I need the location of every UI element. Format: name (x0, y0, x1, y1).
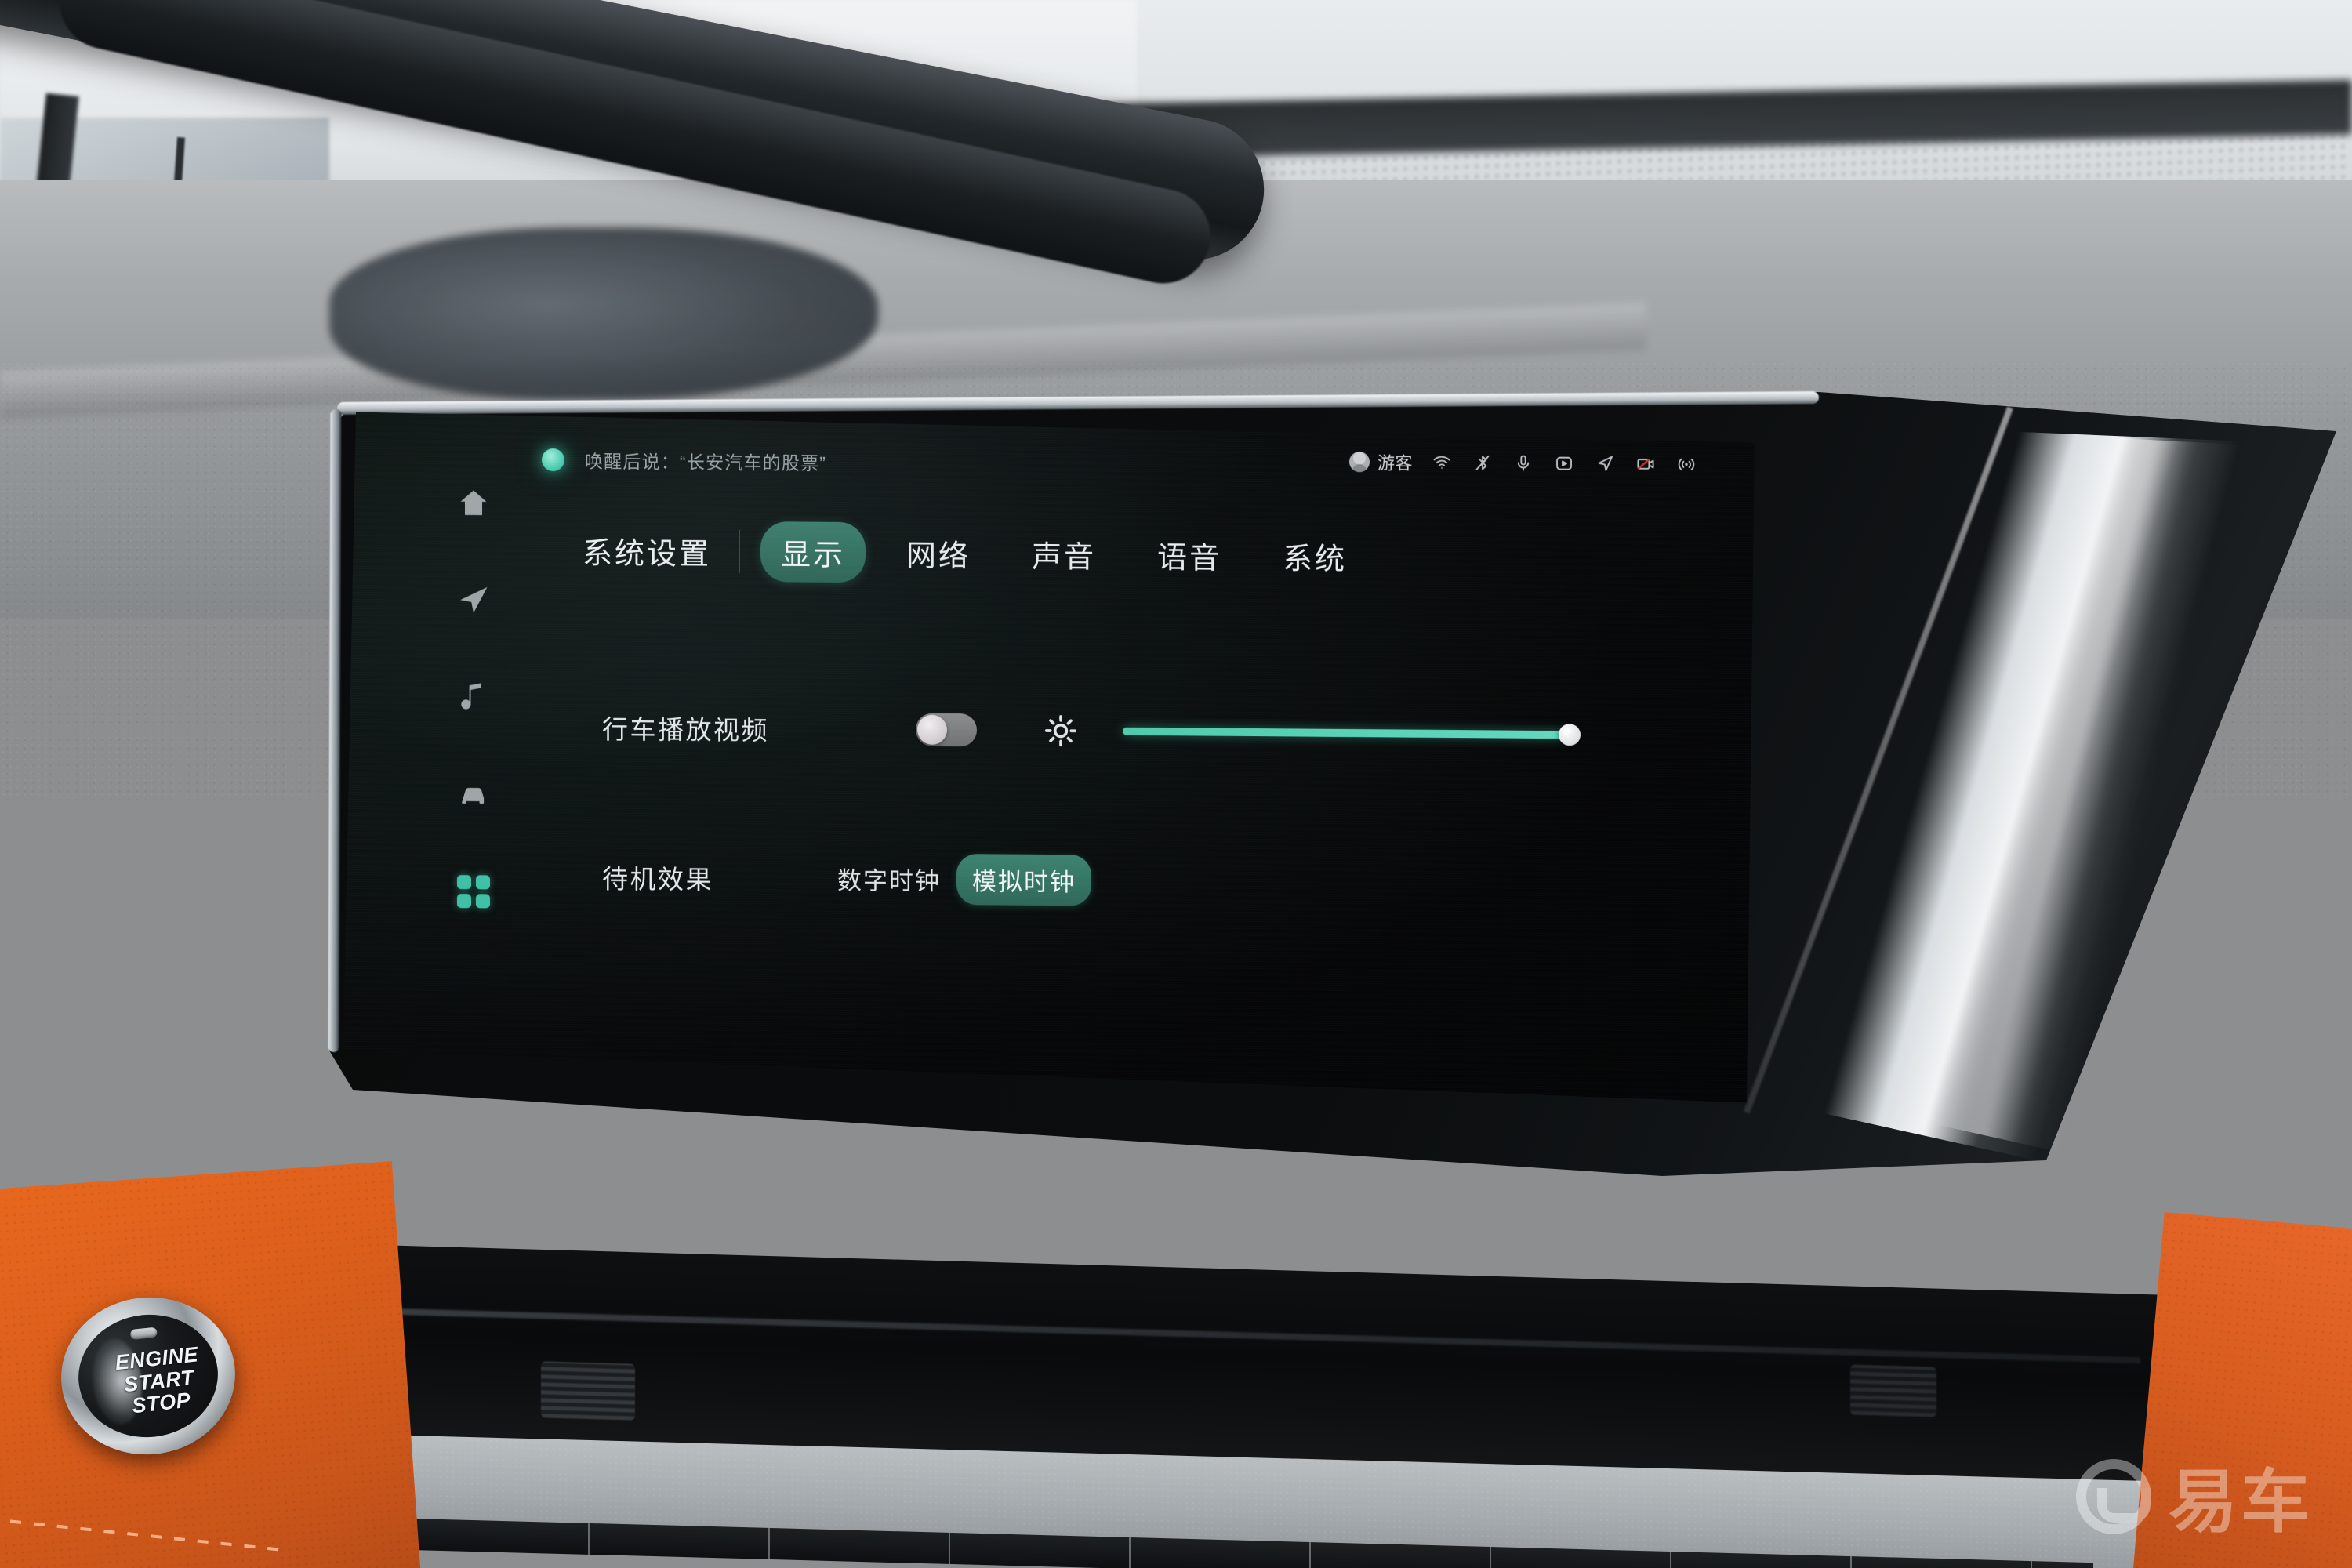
apps-cell (457, 875, 471, 889)
apps-cell (476, 894, 490, 908)
voice-hint-text: 唤醒后说：“长安汽车的股票” (585, 451, 827, 474)
standby-option-digital[interactable]: 数字时钟 (822, 853, 956, 905)
setting-label-video: 行车播放视频 (602, 714, 769, 746)
side-rail (436, 485, 511, 1034)
orange-leather-panel-right (2132, 1212, 2352, 1568)
tab-sound[interactable]: 声音 (1011, 524, 1116, 585)
apps-cell (476, 875, 490, 889)
key-fob-icon (129, 1327, 158, 1341)
standby-option-analog[interactable]: 模拟时钟 (956, 854, 1091, 906)
slider-fill (1123, 728, 1570, 739)
microphone-icon[interactable] (1512, 453, 1535, 474)
home-icon[interactable] (456, 485, 492, 521)
center-display-assembly: 游客 唤醒后说：“长安汽车的股票” 星期六 系统设置 显示 网络 声音 语音 系… (0, 391, 2352, 1468)
slider-knob[interactable] (1559, 724, 1581, 746)
setting-row-video: 行车播放视频 (602, 709, 1715, 755)
wifi-icon[interactable] (1430, 452, 1454, 473)
voice-assistant-dot (542, 448, 564, 470)
settings-tabbar: 系统设置 显示 网络 声音 语音 系统 (583, 520, 1367, 586)
apps-grid-icon[interactable] (456, 873, 492, 909)
infotainment-screen[interactable]: 游客 唤醒后说：“长安汽车的股票” 星期六 系统设置 显示 网络 声音 语音 系… (343, 407, 1755, 1110)
toggle-knob (917, 715, 947, 745)
brightness-icon (1044, 714, 1077, 747)
voice-assistant-hint[interactable]: 唤醒后说：“长安汽车的股票” (542, 446, 826, 475)
start-button-label: ENGINE START STOP (93, 1343, 204, 1421)
screen-noise (343, 408, 1755, 1109)
setting-row-standby: 待机效果 数字时钟 模拟时钟 (602, 851, 1091, 906)
screenshot-scene: 游客 唤醒后说：“长安汽车的股票” 星期六 系统设置 显示 网络 声音 语音 系… (0, 0, 2352, 1568)
start-button-face: ENGINE START STOP (72, 1308, 224, 1444)
brightness-slider[interactable] (1123, 718, 1570, 748)
status-user-label: 游客 (1377, 453, 1413, 474)
setting-label-standby: 待机效果 (602, 864, 713, 895)
bluetooth-off-icon[interactable] (1471, 452, 1494, 473)
navigation-icon[interactable] (456, 582, 492, 618)
reflection-blob (329, 227, 878, 400)
apps-cell (457, 894, 471, 908)
brightness-control (1044, 714, 1570, 751)
navigation-arrow-icon[interactable] (1593, 453, 1617, 474)
status-bar: 游客 (1349, 449, 1698, 477)
status-user[interactable]: 游客 (1349, 449, 1413, 475)
video-while-driving-toggle[interactable] (916, 713, 977, 747)
air-vent-wheel-right[interactable] (1850, 1364, 1936, 1417)
media-play-icon[interactable] (1552, 453, 1576, 474)
page-title: 系统设置 (583, 528, 740, 573)
air-vent-wheel-left[interactable] (541, 1361, 635, 1421)
tab-display[interactable]: 显示 (760, 521, 866, 583)
car-icon[interactable] (456, 776, 492, 812)
display-chrome-left-edge (328, 408, 342, 1053)
broadcast-signal-icon[interactable] (1675, 454, 1698, 474)
leather-texture (2132, 1212, 2352, 1568)
tab-voice[interactable]: 语音 (1137, 524, 1242, 586)
tab-network[interactable]: 网络 (886, 522, 991, 583)
camera-disabled-icon[interactable] (1634, 454, 1657, 474)
standby-effect-segmented: 数字时钟 模拟时钟 (822, 853, 1091, 906)
music-icon[interactable] (456, 679, 492, 715)
avatar-icon (1349, 452, 1370, 472)
tab-system[interactable]: 系统 (1262, 525, 1367, 586)
screen-vignette (343, 408, 1755, 1109)
